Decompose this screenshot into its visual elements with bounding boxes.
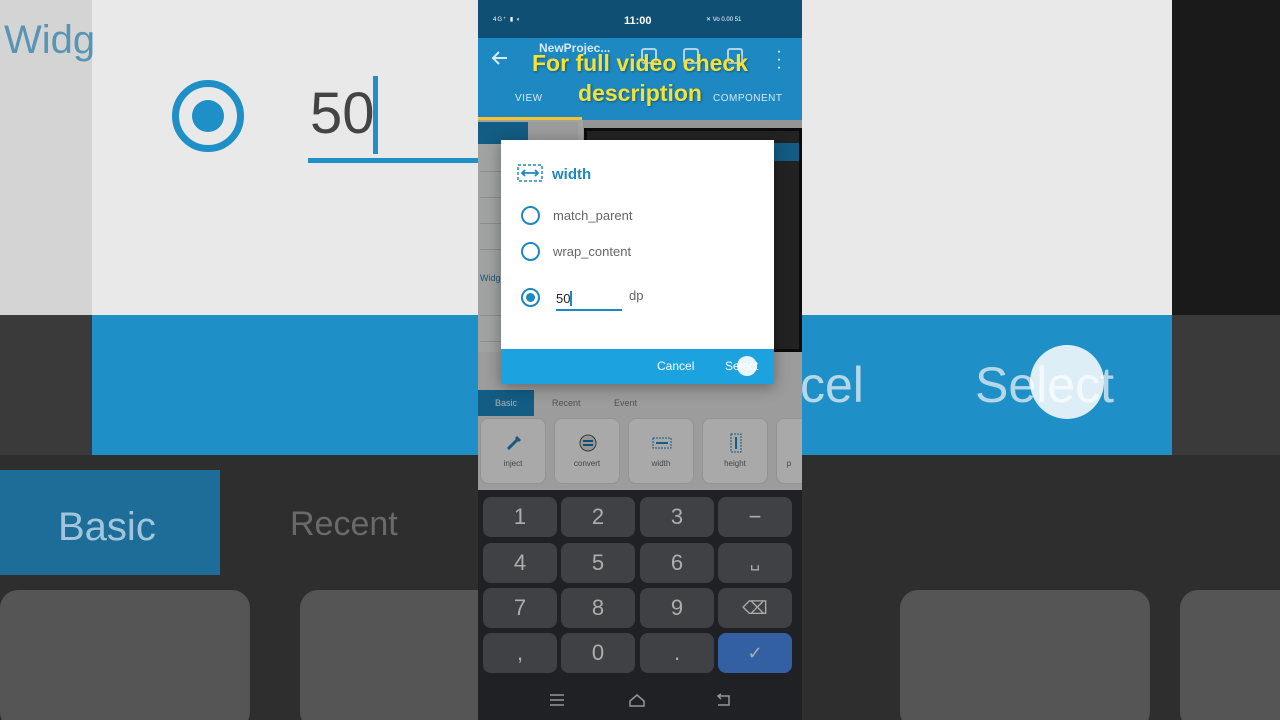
background-value: 50 — [310, 81, 375, 146]
key-comma[interactable]: , — [483, 633, 557, 673]
background-tile — [0, 590, 250, 720]
background-touch-indicator — [1030, 345, 1104, 419]
status-time: 11:00 — [624, 15, 652, 27]
background-basic-tab: Basic — [0, 470, 220, 575]
option-custom-value[interactable] — [521, 286, 551, 310]
background-cancel-text: cel — [800, 357, 864, 413]
background-recent-tab: Recent — [290, 505, 398, 543]
system-nav-bar — [478, 680, 802, 720]
option-wrap-content[interactable]: wrap_content — [521, 240, 761, 264]
radio-match-parent[interactable] — [521, 206, 540, 225]
key-3[interactable]: 3 — [640, 497, 714, 537]
unit-label: dp — [629, 288, 644, 303]
option-match-parent[interactable]: match_parent — [521, 204, 761, 228]
block-tile-height[interactable]: height — [702, 418, 768, 484]
option-label: wrap_content — [553, 244, 632, 259]
key-period[interactable]: . — [640, 633, 714, 673]
status-bar: 4G⁺ ▮ ◐ 11:00 ✕ Vo 0.00 51 — [478, 0, 802, 38]
text-cursor — [570, 291, 573, 306]
key-1[interactable]: 1 — [483, 497, 557, 537]
height-icon — [730, 433, 742, 453]
width-icon — [652, 437, 672, 449]
width-icon — [517, 164, 543, 182]
cancel-button[interactable]: Cancel — [657, 359, 694, 373]
phone-screen: 4G⁺ ▮ ◐ 11:00 ✕ Vo 0.00 51 NewProjec... … — [478, 0, 802, 720]
panel-tab-event[interactable]: Event — [614, 390, 637, 416]
dialog-title: width — [552, 166, 592, 183]
key-space[interactable]: ␣ — [718, 543, 792, 583]
block-tile-inject[interactable]: inject — [480, 418, 546, 484]
tile-label: convert — [573, 459, 601, 468]
background-cursor — [373, 76, 378, 154]
width-dialog: width match_parent wrap_content 50 dp Ca… — [501, 140, 774, 384]
back-nav-icon[interactable] — [714, 692, 732, 708]
menu-icon[interactable] — [548, 692, 566, 708]
panel-tab-recent[interactable]: Recent — [552, 390, 581, 416]
radio-custom-value[interactable] — [521, 288, 540, 307]
overlay-line-1: For full video check — [532, 50, 748, 76]
key-5[interactable]: 5 — [561, 543, 635, 583]
status-right-indicators: ✕ Vo 0.00 51 — [706, 17, 742, 23]
key-9[interactable]: 9 — [640, 588, 714, 628]
key-backspace[interactable]: ⌫ — [718, 588, 792, 628]
width-value-input[interactable]: 50 — [556, 287, 622, 311]
dialog-actions: Cancel Select — [501, 349, 774, 384]
panel-tab-basic[interactable]: Basic — [478, 390, 534, 416]
home-icon[interactable] — [628, 692, 646, 708]
background-underline — [308, 158, 478, 163]
background-tile — [1180, 590, 1280, 720]
block-tile-partial[interactable]: p — [776, 418, 802, 484]
radio-wrap-content[interactable] — [521, 242, 540, 261]
palette-section-label: Widg — [480, 273, 501, 283]
overlay-line-2: description — [578, 80, 702, 106]
convert-icon — [579, 434, 597, 452]
tile-label: width — [651, 459, 671, 468]
background-right-strip — [1172, 0, 1280, 315]
background-radio-icon — [172, 80, 244, 152]
block-tile-width[interactable]: width — [628, 418, 694, 484]
syringe-icon — [506, 435, 522, 451]
key-7[interactable]: 7 — [483, 588, 557, 628]
panel-tabs: Basic Recent Event — [478, 390, 802, 416]
key-2[interactable]: 2 — [561, 497, 635, 537]
key-8[interactable]: 8 — [561, 588, 635, 628]
option-label: match_parent — [553, 208, 633, 223]
background-widget-label: Widg — [4, 18, 96, 62]
background-tile — [900, 590, 1150, 720]
key-6[interactable]: 6 — [640, 543, 714, 583]
key-0[interactable]: 0 — [561, 633, 635, 673]
key-done[interactable]: ✓ — [718, 633, 792, 673]
video-overlay-caption: For full video check description — [478, 48, 802, 108]
tile-label: inject — [503, 459, 523, 468]
width-value-text: 50 — [556, 291, 571, 306]
block-tile-convert[interactable]: convert — [554, 418, 620, 484]
touch-indicator — [737, 356, 757, 376]
status-left-indicators: 4G⁺ ▮ ◐ — [493, 17, 522, 23]
tile-label: p — [786, 459, 792, 468]
key-minus[interactable]: − — [718, 497, 792, 537]
key-4[interactable]: 4 — [483, 543, 557, 583]
